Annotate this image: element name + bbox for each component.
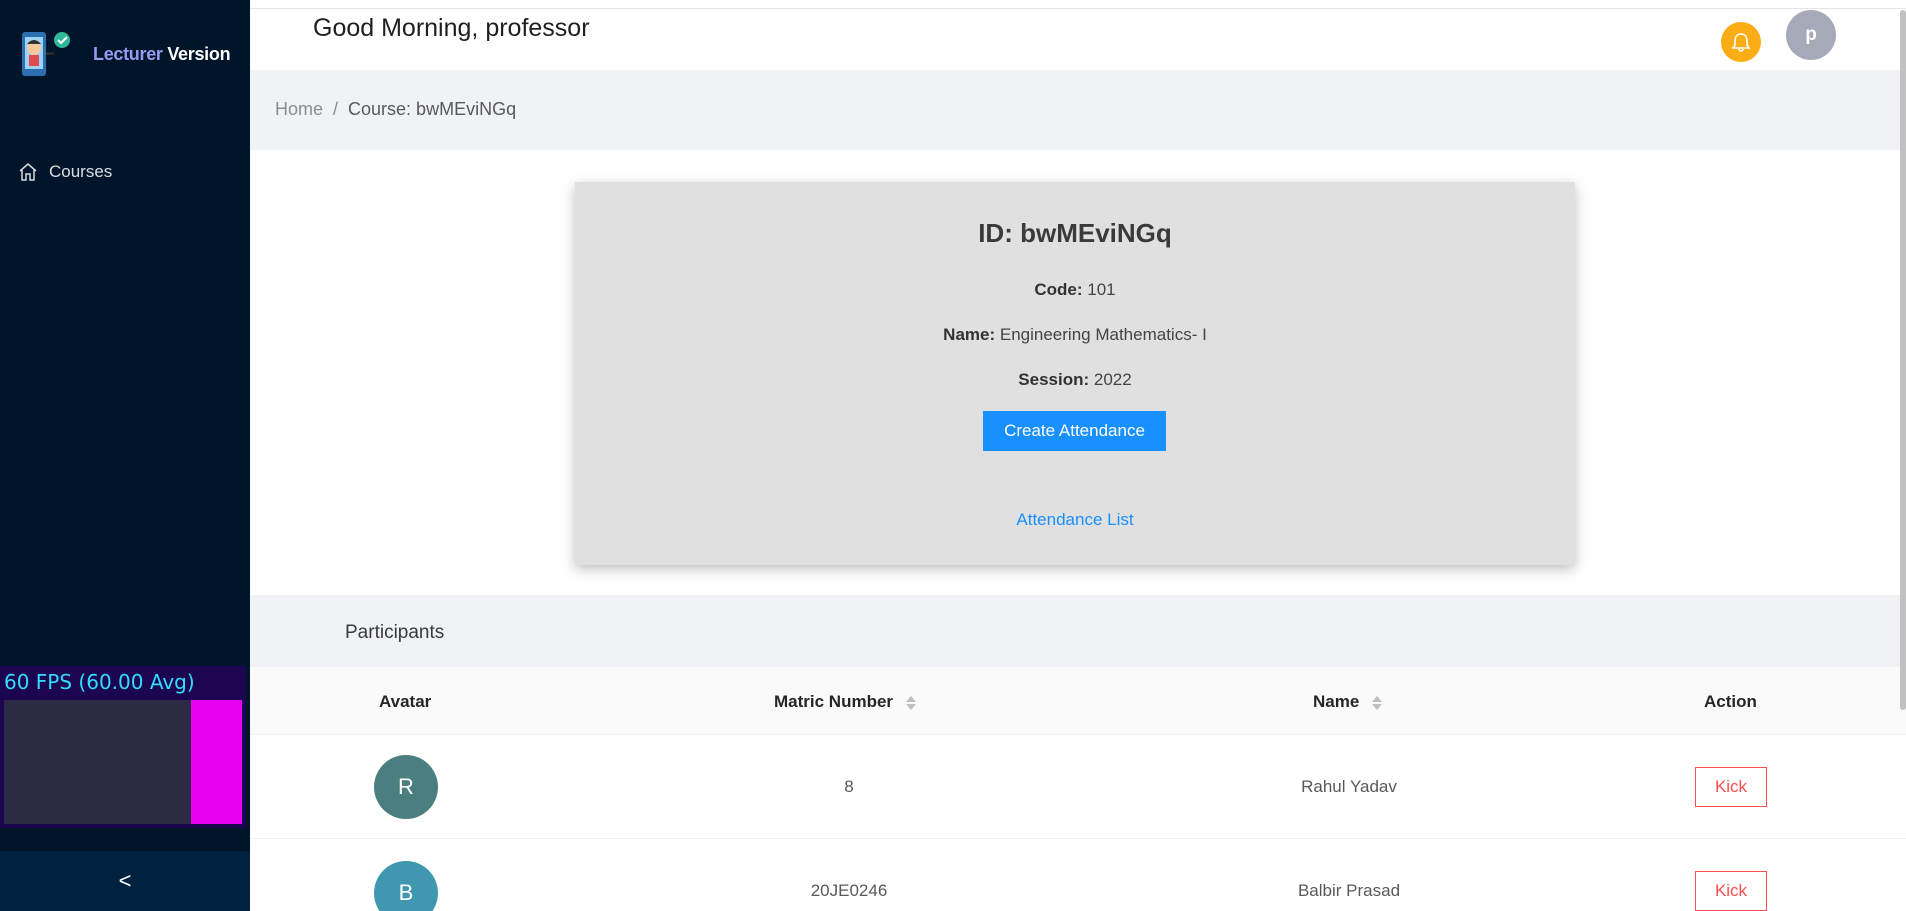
breadcrumb-separator: /	[333, 99, 339, 119]
fps-graph	[4, 700, 242, 824]
notification-button[interactable]	[1721, 22, 1761, 62]
breadcrumb-home[interactable]: Home	[275, 99, 323, 119]
column-header-name-label: Name	[1313, 692, 1360, 711]
kick-button[interactable]: Kick	[1695, 871, 1767, 911]
course-name-value: Engineering Mathematics- I	[999, 325, 1207, 344]
sort-icon[interactable]	[905, 695, 916, 710]
greeting-text: Good Morning, professor	[313, 14, 590, 42]
participants-title: Participants	[345, 622, 445, 643]
course-session-label: Session:	[1018, 370, 1090, 389]
course-id: ID: bwMEviNGq	[575, 218, 1575, 249]
course-id-label: ID:	[978, 218, 1013, 248]
app-logo-icon	[18, 28, 74, 80]
sidebar-collapse-button[interactable]: <	[0, 851, 250, 911]
sidebar-item-label: Courses	[49, 162, 113, 181]
column-header-action: Action	[1704, 692, 1757, 711]
course-code-label: Code:	[1034, 280, 1083, 299]
fps-bar	[191, 700, 242, 824]
table-header	[250, 667, 1906, 735]
course-code-value: 101	[1087, 280, 1116, 299]
column-header-name[interactable]: Name	[1313, 692, 1383, 712]
participant-matric: 8	[844, 777, 854, 796]
table-row: R 8 Rahul Yadav Kick	[250, 735, 1906, 839]
brand-rest: Version	[167, 44, 231, 64]
column-header-avatar: Avatar	[379, 692, 432, 711]
course-name: Name: Engineering Mathematics- I	[575, 325, 1575, 345]
participant-avatar: B	[374, 861, 438, 911]
participant-name: Rahul Yadav	[1301, 777, 1397, 796]
sidebar-item-courses[interactable]: Courses	[18, 158, 112, 186]
course-card: ID: bwMEviNGq Code: 101 Name: Engineerin…	[575, 182, 1575, 565]
create-attendance-button[interactable]: Create Attendance	[983, 411, 1166, 451]
bell-icon	[1731, 33, 1751, 52]
breadcrumb: Home / Course: bwMEviNGq	[275, 99, 516, 120]
table-row: B 20JE0246 Balbir Prasad Kick	[250, 839, 1906, 911]
course-session-value: 2022	[1093, 370, 1132, 389]
course-session: Session: 2022	[575, 370, 1575, 390]
course-id-value: bwMEviNGq	[1020, 218, 1172, 248]
sidebar: Lecturer Version Courses 60 FPS (60.00 A…	[0, 0, 250, 911]
column-header-matric-label: Matric Number	[774, 692, 894, 711]
sort-icon[interactable]	[1372, 695, 1383, 710]
participants-strip	[250, 595, 1906, 667]
chevron-left-icon: <	[118, 868, 132, 893]
participant-matric: 20JE0246	[810, 881, 888, 900]
participant-name: Balbir Prasad	[1297, 881, 1401, 900]
page-scrollbar[interactable]	[1900, 10, 1906, 710]
breadcrumb-current: Course: bwMEviNGq	[348, 99, 517, 119]
attendance-list-link[interactable]: Attendance List	[575, 510, 1575, 530]
header-bar	[250, 0, 1906, 9]
course-name-label: Name:	[943, 325, 996, 344]
fps-meter: 60 FPS (60.00 Avg)	[0, 666, 246, 828]
kick-button[interactable]: Kick	[1695, 767, 1767, 807]
participant-avatar: R	[374, 755, 438, 819]
fps-text: 60 FPS (60.00 Avg)	[4, 670, 195, 694]
user-avatar[interactable]: p	[1786, 10, 1836, 60]
app-root: Lecturer Version Courses 60 FPS (60.00 A…	[0, 0, 1906, 911]
course-code: Code: 101	[575, 280, 1575, 300]
brand-title: Lecturer Version	[93, 44, 231, 65]
home-icon	[18, 161, 40, 183]
brand-accent: Lecturer	[93, 44, 163, 64]
column-header-matric[interactable]: Matric Number	[774, 692, 916, 712]
